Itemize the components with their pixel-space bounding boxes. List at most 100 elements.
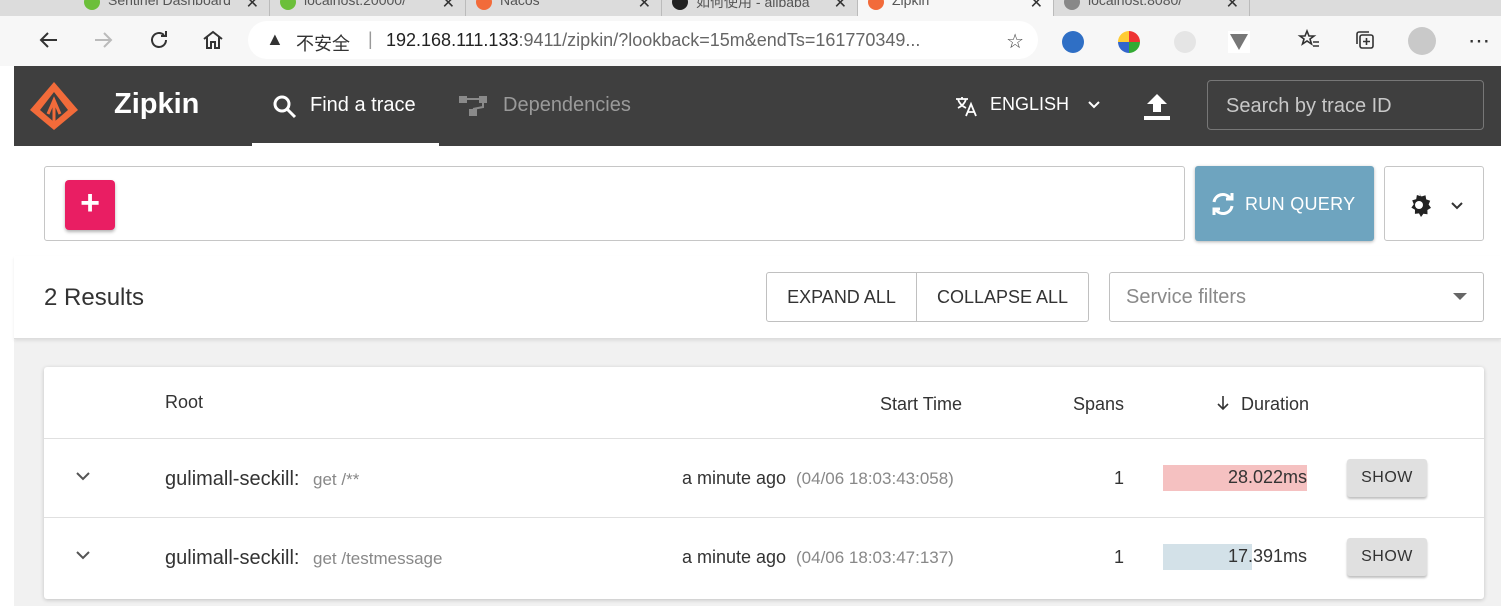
trace-id-input[interactable]	[1224, 93, 1468, 119]
extension-sync-icon[interactable]	[1174, 31, 1196, 53]
settings-button[interactable]	[1384, 166, 1484, 241]
search-icon	[272, 94, 298, 125]
nav-dependencies[interactable]: Dependencies	[456, 66, 656, 146]
zipkin-icon	[868, 0, 884, 10]
close-icon[interactable]: ✕	[442, 0, 455, 13]
browser-tab-sentinel[interactable]: Sentinel Dashboard ✕	[74, 0, 270, 16]
header-spans[interactable]: Spans	[1073, 394, 1124, 415]
row-timestamp: (04/06 18:03:47:137)	[796, 548, 954, 567]
nav-dependencies-label: Dependencies	[503, 94, 631, 116]
tab-title: Sentinel Dashboard	[108, 0, 231, 8]
row-timestamp: (04/06 18:03:43:058)	[796, 469, 954, 488]
row-operation: get /testmessage	[313, 549, 443, 568]
extension-vue-icon[interactable]	[1228, 31, 1250, 53]
table-row[interactable]: gulimall-seckill: get /testmessage a min…	[44, 517, 1484, 598]
run-query-label: RUN QUERY	[1245, 194, 1356, 214]
expand-row-icon[interactable]	[74, 546, 92, 570]
close-icon[interactable]: ✕	[834, 0, 847, 13]
leaf-icon	[84, 0, 100, 10]
tab-title: localhost:20000/	[304, 0, 406, 8]
security-label[interactable]: 不安全	[296, 30, 350, 56]
show-trace-button[interactable]: SHOW	[1347, 459, 1427, 497]
home-icon[interactable]	[200, 28, 226, 54]
tab-title: localhost:8080/	[1088, 0, 1183, 8]
run-query-button[interactable]: RUN QUERY	[1195, 166, 1374, 241]
profile-avatar-icon[interactable]	[1408, 27, 1436, 55]
close-icon[interactable]: ✕	[638, 0, 651, 13]
chevron-down-icon	[1086, 92, 1102, 121]
tab-title: 如何使用 - alibaba	[696, 0, 810, 10]
close-icon[interactable]: ✕	[1226, 0, 1239, 13]
browser-tab-localhost-20000[interactable]: localhost:20000/ ✕	[270, 0, 466, 16]
expand-collapse-group: EXPAND ALL COLLAPSE ALL	[766, 272, 1089, 322]
back-icon[interactable]	[36, 28, 62, 54]
query-area: + RUN QUERY	[14, 146, 1501, 257]
extension-color-icon[interactable]	[1118, 31, 1140, 53]
brand-title[interactable]: Zipkin	[114, 88, 199, 121]
row-span-count: 1	[1113, 468, 1124, 488]
browser-tab-localhost-8080[interactable]: localhost:8080/ ✕	[1054, 0, 1250, 16]
zipkin-logo-icon[interactable]	[28, 80, 80, 132]
nacos-icon	[476, 0, 492, 10]
tab-title: Zipkin	[892, 0, 930, 8]
more-menu-icon[interactable]: ⋯	[1466, 28, 1492, 54]
row-duration: 28.022ms	[1163, 465, 1307, 491]
show-trace-button[interactable]: SHOW	[1347, 538, 1427, 576]
collections-icon[interactable]	[1352, 28, 1378, 54]
plus-icon: +	[80, 184, 100, 222]
add-criteria-button[interactable]: +	[65, 180, 115, 230]
url-path: :9411/zipkin/?lookback=15m&endTs=1617703…	[518, 30, 921, 50]
chevron-down-icon	[1449, 193, 1465, 222]
header-duration[interactable]: Duration	[1214, 394, 1309, 415]
warning-icon[interactable]: ▲	[266, 29, 284, 50]
favorites-icon[interactable]	[1296, 28, 1322, 54]
sync-icon	[1209, 190, 1237, 223]
page-icon	[1064, 0, 1080, 10]
search-criteria-box[interactable]: +	[44, 166, 1185, 241]
results-count: 2 Results	[44, 284, 145, 311]
trace-id-search[interactable]	[1207, 80, 1484, 130]
gear-icon	[1405, 191, 1433, 224]
reload-icon[interactable]	[146, 28, 172, 54]
translate-icon	[954, 94, 978, 124]
browser-toolbar: ▲ 不安全 | 192.168.111.133:9411/zipkin/?loo…	[0, 16, 1501, 67]
close-icon[interactable]: ✕	[246, 0, 259, 13]
row-service-name: gulimall-seckill:	[165, 468, 300, 490]
expand-all-button[interactable]: EXPAND ALL	[767, 273, 917, 321]
row-duration: 17.391ms	[1163, 544, 1307, 570]
address-bar[interactable]: ▲ 不安全 | 192.168.111.133:9411/zipkin/?loo…	[248, 21, 1038, 59]
url-host: 192.168.111.133	[386, 30, 519, 50]
duration-text: 17.391ms	[1227, 546, 1307, 566]
collapse-all-button[interactable]: COLLAPSE ALL	[917, 273, 1088, 321]
table-row[interactable]: gulimall-seckill: get /** a minute ago (…	[44, 438, 1484, 519]
row-service-name: gulimall-seckill:	[165, 547, 300, 569]
expand-row-icon[interactable]	[74, 467, 92, 491]
forward-icon[interactable]	[90, 28, 116, 54]
extension-ie-icon[interactable]	[1062, 31, 1084, 53]
results-table: Root Start Time Spans Duration gulimall-…	[44, 367, 1484, 599]
url-text[interactable]: 192.168.111.133:9411/zipkin/?lookback=15…	[386, 30, 986, 51]
leaf-icon	[280, 0, 296, 10]
github-icon	[672, 0, 688, 10]
upload-icon[interactable]	[1142, 90, 1172, 122]
sort-desc-arrow-icon	[1214, 394, 1237, 414]
row-time-ago: a minute ago	[682, 547, 787, 567]
dependencies-icon	[458, 94, 488, 123]
results-bar: 2 Results EXPAND ALL COLLAPSE ALL Servic…	[14, 256, 1501, 339]
page-left-edge	[0, 66, 14, 606]
row-operation: get /**	[313, 470, 360, 489]
dropdown-arrow-icon	[1453, 293, 1467, 300]
header-start-time[interactable]: Start Time	[880, 394, 962, 415]
service-filter-select[interactable]: Service filters	[1109, 272, 1484, 322]
tab-title: Nacos	[500, 0, 540, 8]
add-favorite-icon[interactable]: ☆	[1006, 29, 1024, 54]
browser-tab-github[interactable]: 如何使用 - alibaba ✕	[662, 0, 858, 16]
browser-tab-nacos[interactable]: Nacos ✕	[466, 0, 662, 16]
browser-tab-zipkin[interactable]: Zipkin ✕	[858, 0, 1054, 16]
row-span-count: 1	[1113, 547, 1124, 567]
app-header: Zipkin Find a trace Dependencies ENGLISH	[14, 66, 1501, 146]
close-icon[interactable]: ✕	[1030, 0, 1043, 13]
nav-find-a-trace[interactable]: Find a trace	[252, 66, 439, 146]
zipkin-app: Zipkin Find a trace Dependencies ENGLISH	[14, 66, 1501, 606]
duration-text: 28.022ms	[1227, 467, 1307, 487]
